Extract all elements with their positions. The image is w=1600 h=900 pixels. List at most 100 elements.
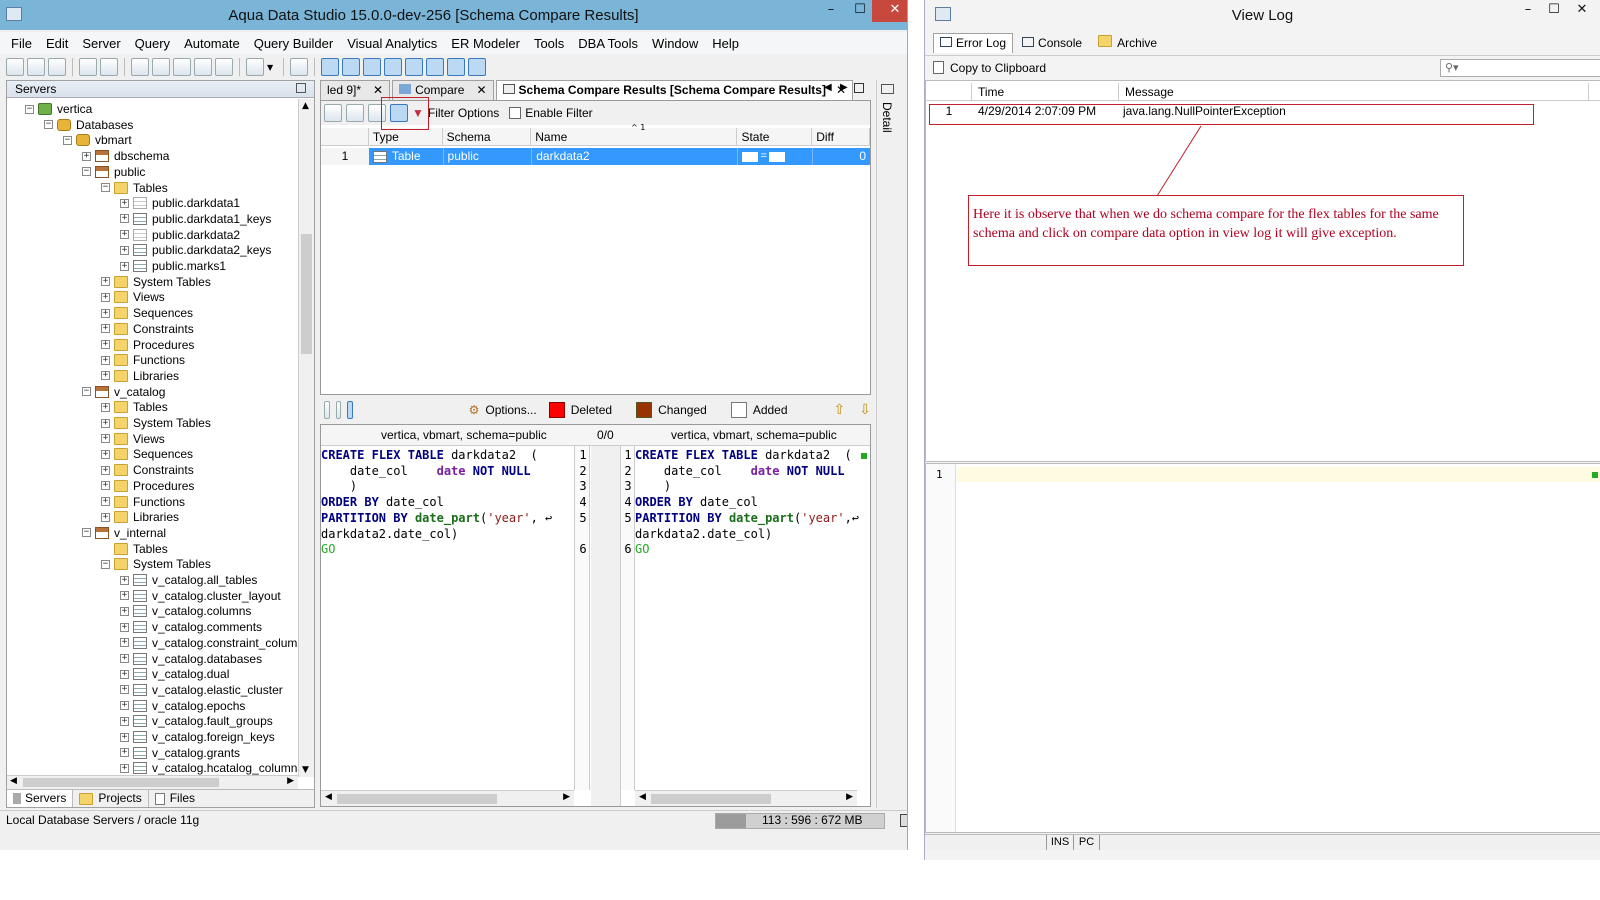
expand-icon[interactable]: + <box>120 654 129 663</box>
new-file-icon[interactable] <box>6 58 24 76</box>
expand-icon[interactable]: + <box>101 465 110 475</box>
collapse-icon[interactable]: − <box>25 104 34 114</box>
expand-icon[interactable]: + <box>120 591 129 601</box>
left-horizontal-scrollbar[interactable]: ◀ ▶ <box>321 790 574 806</box>
tree-node[interactable]: + System Tables <box>101 274 211 290</box>
arrow-down-icon[interactable]: ⇩ <box>859 402 871 418</box>
expand-icon[interactable]: + <box>120 214 129 224</box>
expand-icon[interactable]: + <box>120 230 129 240</box>
column-header-schema[interactable]: Schema <box>443 128 532 145</box>
expand-icon[interactable]: + <box>101 481 110 491</box>
collapse-icon[interactable]: − <box>82 167 91 177</box>
tree-node[interactable]: + Sequences <box>101 446 193 462</box>
menu-item-dba-tools[interactable]: DBA Tools <box>571 36 645 51</box>
tab-projects[interactable]: Projects <box>73 790 149 807</box>
tree-node[interactable]: + Constraints <box>101 321 194 337</box>
menu-item-automate[interactable]: Automate <box>177 36 247 51</box>
column-header-diff-count[interactable]: Diff Count <box>812 128 870 162</box>
menu-item-query[interactable]: Query <box>128 36 177 51</box>
tab-files[interactable]: Files <box>149 790 201 807</box>
scroll-left-icon[interactable]: ◀ <box>639 792 646 802</box>
menu-item-server[interactable]: Server <box>75 36 127 51</box>
tree-node[interactable]: Tables <box>101 541 168 557</box>
menu-item-edit[interactable]: Edit <box>39 36 75 51</box>
tree-node[interactable]: − vbmart <box>63 132 132 148</box>
tree-node[interactable]: + dbschema <box>82 148 169 164</box>
layout-8-icon[interactable] <box>468 58 486 76</box>
maximize-button[interactable]: ☐ <box>845 0 875 22</box>
collapse-icon[interactable]: − <box>44 120 53 130</box>
pin-icon[interactable] <box>324 401 330 419</box>
minimize-button[interactable]: – <box>816 0 846 22</box>
expand-icon[interactable]: + <box>82 151 91 161</box>
close-icon[interactable]: ✕ <box>373 83 383 97</box>
expand-icon[interactable]: + <box>120 622 129 632</box>
expand-icon[interactable]: + <box>120 701 129 711</box>
main-title-bar[interactable]: Aqua Data Studio 15.0.0-dev-256 [Schema … <box>0 0 907 30</box>
layout-6-icon[interactable] <box>426 58 444 76</box>
tree-node[interactable]: + public.darkdata1 <box>120 195 240 211</box>
expand-icon[interactable]: + <box>120 748 129 758</box>
expand-icon[interactable]: + <box>101 277 110 287</box>
menu-item-file[interactable]: File <box>4 36 39 51</box>
restore-panel-icon[interactable] <box>296 83 306 93</box>
expand-icon[interactable]: + <box>120 732 129 742</box>
tree-node[interactable]: + v_catalog.elastic_cluster <box>120 682 283 698</box>
tree-node[interactable]: − v_catalog <box>82 384 165 400</box>
tree-node[interactable]: + public.marks1 <box>120 258 226 274</box>
expand-icon[interactable]: + <box>120 198 129 208</box>
right-horizontal-scrollbar[interactable]: ◀ ▶ <box>635 790 857 806</box>
expand-icon[interactable]: + <box>101 434 110 444</box>
expand-icon[interactable]: + <box>120 716 129 726</box>
log-editor[interactable]: 1 <box>925 463 1600 833</box>
tree-node[interactable]: + v_catalog.dual <box>120 666 229 682</box>
expand-icon[interactable]: + <box>120 638 129 648</box>
expand-icon[interactable]: + <box>101 355 110 365</box>
menu-item-window[interactable]: Window <box>645 36 705 51</box>
column-header-type[interactable]: Type <box>369 128 443 145</box>
tree-node[interactable]: + Procedures <box>101 337 194 353</box>
tree-node[interactable]: + v_catalog.cluster_layout <box>120 588 281 604</box>
menu-item-tools[interactable]: Tools <box>527 36 571 51</box>
tree-node[interactable]: + Views <box>101 289 165 305</box>
menu-item-query-builder[interactable]: Query Builder <box>247 36 340 51</box>
document-icon[interactable] <box>347 401 353 419</box>
print-icon[interactable] <box>290 58 308 76</box>
menu-item-help[interactable]: Help <box>705 36 746 51</box>
scroll-left-icon[interactable]: ◀ <box>325 792 332 802</box>
layout-7-icon[interactable] <box>447 58 465 76</box>
close-icon[interactable]: ✕ <box>476 83 486 97</box>
expand-icon[interactable]: + <box>101 340 110 349</box>
right-sql-code[interactable]: CREATE FLEX TABLE darkdata2 ( date_col d… <box>635 448 859 558</box>
enable-filter-checkbox[interactable] <box>509 107 522 119</box>
expand-icon[interactable]: + <box>120 606 129 616</box>
collapse-icon[interactable]: − <box>82 528 91 538</box>
diff-splitter[interactable] <box>591 446 621 806</box>
scroll-thumb[interactable] <box>651 794 771 804</box>
refresh-icon[interactable] <box>324 104 342 122</box>
menu-item-er-modeler[interactable]: ER Modeler <box>444 36 527 51</box>
chevron-down-icon[interactable]: ▼ <box>267 63 277 72</box>
tree-node[interactable]: + v_catalog.grants <box>120 745 240 761</box>
tree-node[interactable]: + v_catalog.fault_groups <box>120 713 273 729</box>
expand-icon[interactable]: + <box>120 763 129 773</box>
table-row[interactable]: 1 Table public darkdata2 = 0 <box>321 148 870 165</box>
expand-icon[interactable]: + <box>101 512 110 522</box>
tab-servers[interactable]: Servers <box>7 790 74 807</box>
tree-node[interactable]: + public.darkdata2_keys <box>120 242 271 258</box>
tree-node[interactable]: + v_catalog.hcatalog_columns <box>120 760 298 776</box>
expand-icon[interactable]: + <box>120 669 129 679</box>
tree-node[interactable]: − vertica <box>25 101 92 117</box>
scroll-down-icon[interactable]: ▼ <box>302 765 309 775</box>
tree-node[interactable]: + v_catalog.databases <box>120 651 262 667</box>
expand-icon[interactable]: + <box>101 418 110 428</box>
tab-query-window[interactable]: led 9]* ✕ <box>320 80 391 100</box>
expand-icon[interactable]: + <box>101 449 110 459</box>
query-builder-icon[interactable] <box>152 58 170 76</box>
tree-node[interactable]: + v_catalog.all_tables <box>120 572 257 588</box>
tree-node[interactable]: + v_catalog.epochs <box>120 698 245 714</box>
layout-2-icon[interactable] <box>342 58 360 76</box>
arrow-up-icon[interactable]: ⇧ <box>834 402 846 418</box>
scroll-up-icon[interactable]: ▲ <box>302 101 309 111</box>
tree-node[interactable]: + v_catalog.foreign_keys <box>120 729 275 745</box>
